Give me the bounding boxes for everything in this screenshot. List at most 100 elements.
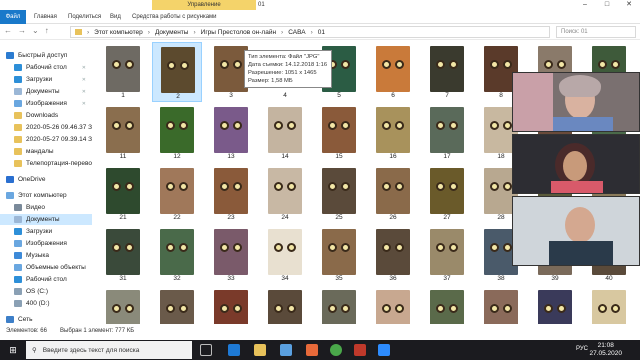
- sidebar-item[interactable]: Рабочий стол: [0, 274, 92, 285]
- close-button[interactable]: ✕: [618, 0, 640, 10]
- explorer-icon[interactable]: [254, 344, 266, 356]
- sidebar-item[interactable]: OneDrive: [0, 174, 92, 185]
- file-thumbnail[interactable]: 7: [422, 42, 472, 102]
- sidebar-item[interactable]: Изображения: [0, 238, 92, 249]
- tab-share[interactable]: Поделиться: [68, 10, 101, 24]
- taskbar-search-input[interactable]: Введите здесь текст для поиска: [43, 347, 140, 354]
- edge-icon[interactable]: [228, 344, 240, 356]
- up-arrow-icon[interactable]: ↑: [45, 26, 49, 35]
- tab-view[interactable]: Вид: [110, 10, 121, 24]
- video-participant-2: [512, 134, 640, 194]
- file-thumbnail[interactable]: 1: [98, 42, 148, 102]
- file-thumbnail[interactable]: 31: [98, 225, 148, 285]
- file-thumbnail[interactable]: [530, 286, 580, 324]
- search-input[interactable]: Поиск: 01: [556, 26, 636, 38]
- task-view-icon[interactable]: [200, 344, 212, 356]
- chrome-icon[interactable]: [330, 344, 342, 356]
- file-thumbnail[interactable]: 21: [98, 164, 148, 224]
- sidebar-item[interactable]: Документы ✕: [0, 86, 92, 97]
- file-thumbnail[interactable]: 12: [152, 103, 202, 163]
- breadcrumb[interactable]: › Этот компьютер › Документы › Игры Прес…: [70, 26, 550, 38]
- file-thumbnail[interactable]: [422, 286, 472, 324]
- sidebar-item[interactable]: Рабочий стол ✕: [0, 62, 92, 73]
- file-thumbnail[interactable]: [260, 286, 310, 324]
- file-thumbnail[interactable]: 11: [98, 103, 148, 163]
- file-name: 40: [605, 275, 613, 282]
- tab-home[interactable]: Главная: [34, 10, 57, 24]
- manage-tab[interactable]: Управление: [152, 0, 256, 10]
- file-thumbnail[interactable]: 23: [206, 164, 256, 224]
- start-button[interactable]: ⊞: [0, 340, 26, 360]
- back-arrow-icon[interactable]: ←: [4, 26, 12, 35]
- ribbon-tabs: Файл Главная Поделиться Вид Средства раб…: [0, 10, 640, 24]
- file-thumbnail[interactable]: 35: [314, 225, 364, 285]
- tab-picture-tools[interactable]: Средства работы с рисунками: [132, 10, 217, 24]
- file-thumbnail[interactable]: 27: [422, 164, 472, 224]
- file-thumbnail[interactable]: 25: [314, 164, 364, 224]
- file-thumbnail[interactable]: 24: [260, 164, 310, 224]
- maximize-button[interactable]: □: [596, 0, 618, 10]
- file-thumbnail[interactable]: [584, 286, 634, 324]
- sidebar-item[interactable]: мандалы: [0, 146, 92, 157]
- crumb-sava[interactable]: САВА: [288, 29, 305, 36]
- sidebar-item[interactable]: Музыка: [0, 250, 92, 261]
- crumb-documents[interactable]: Документы: [155, 29, 189, 36]
- owl-image: [538, 290, 572, 324]
- sidebar-item[interactable]: Загрузки: [0, 226, 92, 237]
- app-icon[interactable]: [306, 344, 318, 356]
- file-thumbnail[interactable]: [476, 286, 526, 324]
- file-thumbnail[interactable]: [98, 286, 148, 324]
- forward-arrow-icon[interactable]: →: [18, 26, 26, 35]
- sidebar-item[interactable]: OS (C:): [0, 286, 92, 297]
- minimize-button[interactable]: –: [574, 0, 596, 10]
- file-thumbnail[interactable]: 16: [368, 103, 418, 163]
- sidebar-item[interactable]: Телепортация-перевор: [0, 158, 92, 169]
- file-thumbnail[interactable]: [152, 286, 202, 324]
- language-indicator[interactable]: РУС: [576, 346, 588, 352]
- file-thumbnail[interactable]: 26: [368, 164, 418, 224]
- app-icon-2[interactable]: [354, 344, 366, 356]
- file-name: 4: [283, 92, 287, 99]
- file-thumbnail[interactable]: [206, 286, 256, 324]
- sidebar-item[interactable]: Загрузки ✕: [0, 74, 92, 85]
- crumb-game-of-thrones[interactable]: Игры Престолов он-лайн: [201, 29, 276, 36]
- owl-image: [268, 168, 302, 214]
- sidebar-item[interactable]: 2020-05-27 09.39.14 За: [0, 134, 92, 145]
- chevron-down-icon[interactable]: ⌄: [32, 26, 39, 35]
- sidebar-item[interactable]: 2020-05-26 09.46.37 За: [0, 122, 92, 133]
- tab-file[interactable]: Файл: [0, 10, 26, 24]
- sidebar-item[interactable]: Быстрый доступ: [0, 50, 92, 61]
- desktop-icon: [14, 64, 22, 71]
- zoom-icon[interactable]: [378, 344, 390, 356]
- sidebar-item-label: Документы: [26, 216, 60, 223]
- sidebar-item[interactable]: Видео: [0, 202, 92, 213]
- file-thumbnail[interactable]: 32: [152, 225, 202, 285]
- file-thumbnail[interactable]: 36: [368, 225, 418, 285]
- file-thumbnail[interactable]: [368, 286, 418, 324]
- store-icon[interactable]: [280, 344, 292, 356]
- file-thumbnail[interactable]: 6: [368, 42, 418, 102]
- file-thumbnail[interactable]: 17: [422, 103, 472, 163]
- file-thumbnail[interactable]: 13: [206, 103, 256, 163]
- sidebar-item[interactable]: Объемные объекты: [0, 262, 92, 273]
- clothing: [553, 117, 613, 131]
- sidebar-item[interactable]: Downloads: [0, 110, 92, 121]
- file-thumbnail[interactable]: 22: [152, 164, 202, 224]
- sidebar-item[interactable]: Сеть: [0, 314, 92, 325]
- file-thumbnail[interactable]: 2: [152, 42, 202, 102]
- crumb-this-pc[interactable]: Этот компьютер: [94, 29, 143, 36]
- sidebar-item[interactable]: Изображения ✕: [0, 98, 92, 109]
- file-thumbnail[interactable]: 37: [422, 225, 472, 285]
- file-thumbnail[interactable]: 33: [206, 225, 256, 285]
- file-thumbnail[interactable]: 14: [260, 103, 310, 163]
- clock[interactable]: 21:08 27.05.2020: [589, 342, 622, 358]
- file-thumbnail[interactable]: 15: [314, 103, 364, 163]
- sidebar-item[interactable]: 400 (D:): [0, 298, 92, 309]
- crumb-01[interactable]: 01: [318, 29, 325, 36]
- sidebar-item[interactable]: Этот компьютер: [0, 190, 92, 201]
- file-thumbnail[interactable]: 34: [260, 225, 310, 285]
- pin-icon: ✕: [81, 64, 86, 71]
- sidebar-item[interactable]: Документы: [0, 214, 92, 225]
- taskbar-search[interactable]: ⚲ Введите здесь текст для поиска: [26, 341, 192, 359]
- file-thumbnail[interactable]: [314, 286, 364, 324]
